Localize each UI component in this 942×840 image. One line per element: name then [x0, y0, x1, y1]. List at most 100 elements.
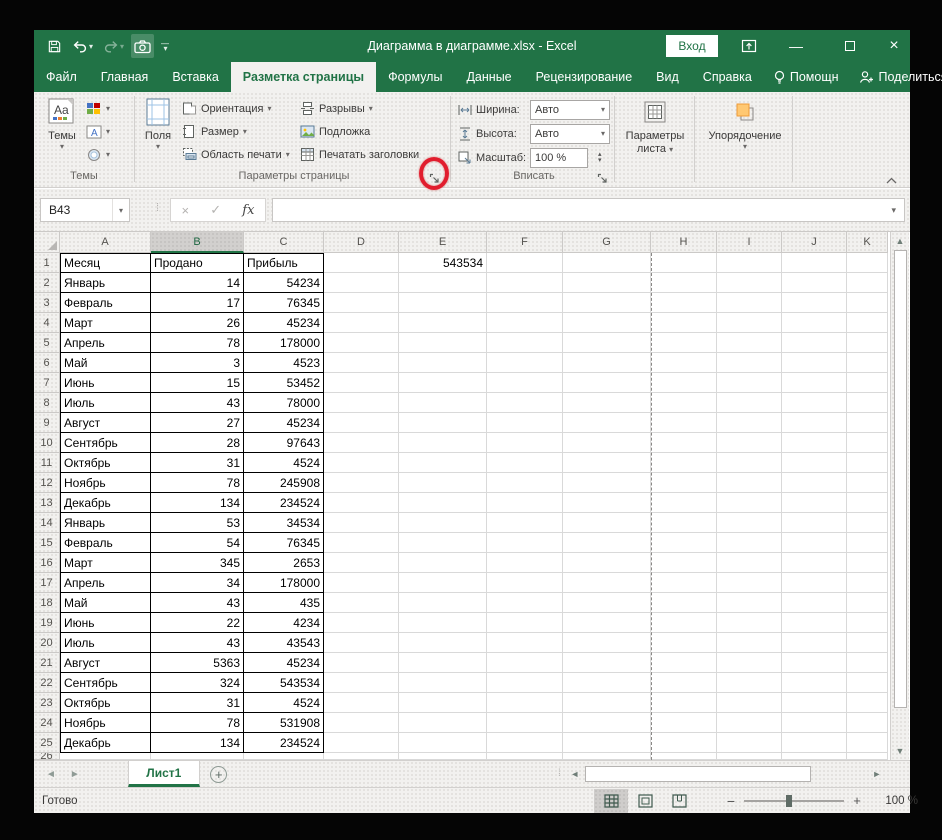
cell-K19[interactable]	[847, 613, 888, 633]
row-header-17[interactable]: 17	[34, 573, 60, 593]
cell-G4[interactable]	[563, 313, 651, 333]
theme-effects-button[interactable]: ▾	[86, 144, 110, 165]
cell-B9[interactable]: 27	[151, 413, 244, 433]
normal-view-button[interactable]	[594, 788, 628, 813]
cell-H22[interactable]	[651, 673, 717, 693]
cell-K6[interactable]	[847, 353, 888, 373]
column-header-K[interactable]: K	[847, 232, 888, 253]
undo-button[interactable]: ▾	[69, 34, 96, 58]
cell-G12[interactable]	[563, 473, 651, 493]
cell-J7[interactable]	[782, 373, 847, 393]
tab-insert[interactable]: Вставка	[160, 62, 230, 92]
cell-I25[interactable]	[717, 733, 782, 753]
cell-C1[interactable]: Прибыль	[244, 253, 324, 273]
formula-input[interactable]: ▾	[272, 198, 905, 222]
cell-B24[interactable]: 78	[151, 713, 244, 733]
save-icon[interactable]	[44, 34, 65, 58]
cell-A3[interactable]: Февраль	[60, 293, 151, 313]
tab-help[interactable]: Справка	[691, 62, 764, 92]
cell-A15[interactable]: Февраль	[60, 533, 151, 553]
redo-button[interactable]: ▾	[100, 34, 127, 58]
cell-K11[interactable]	[847, 453, 888, 473]
cell-I6[interactable]	[717, 353, 782, 373]
cell-J22[interactable]	[782, 673, 847, 693]
tab-file[interactable]: Файл	[34, 62, 89, 92]
cell-I2[interactable]	[717, 273, 782, 293]
background-button[interactable]: Подложка	[300, 121, 419, 142]
cell-I3[interactable]	[717, 293, 782, 313]
cell-G11[interactable]	[563, 453, 651, 473]
cell-B10[interactable]: 28	[151, 433, 244, 453]
column-header-H[interactable]: H	[651, 232, 717, 253]
cell-K23[interactable]	[847, 693, 888, 713]
cell-D4[interactable]	[324, 313, 399, 333]
cell-J15[interactable]	[782, 533, 847, 553]
cell-I12[interactable]	[717, 473, 782, 493]
cell-K13[interactable]	[847, 493, 888, 513]
cell-C10[interactable]: 97643	[244, 433, 324, 453]
row-header-4[interactable]: 4	[34, 313, 60, 333]
cell-H2[interactable]	[651, 273, 717, 293]
cell-C18[interactable]: 435	[244, 593, 324, 613]
cell-I14[interactable]	[717, 513, 782, 533]
cell-C6[interactable]: 4523	[244, 353, 324, 373]
cell-H20[interactable]	[651, 633, 717, 653]
scale-spinner[interactable]: ▴ ▾	[598, 151, 602, 164]
cell-E23[interactable]	[399, 693, 487, 713]
cell-H13[interactable]	[651, 493, 717, 513]
scale-spinbox[interactable]: 100 %	[530, 148, 588, 168]
cell-D20[interactable]	[324, 633, 399, 653]
maximize-button[interactable]	[830, 30, 870, 62]
cell-E25[interactable]	[399, 733, 487, 753]
cell-A11[interactable]: Октябрь	[60, 453, 151, 473]
cell-J14[interactable]	[782, 513, 847, 533]
cell-D19[interactable]	[324, 613, 399, 633]
next-sheet-icon[interactable]: ►	[70, 769, 80, 780]
cell-F13[interactable]	[487, 493, 563, 513]
cell-K4[interactable]	[847, 313, 888, 333]
cell-C12[interactable]: 245908	[244, 473, 324, 493]
cell-D2[interactable]	[324, 273, 399, 293]
cell-H8[interactable]	[651, 393, 717, 413]
cell-E3[interactable]	[399, 293, 487, 313]
cell-F15[interactable]	[487, 533, 563, 553]
cell-F7[interactable]	[487, 373, 563, 393]
cell-B26[interactable]	[151, 753, 244, 760]
cell-F24[interactable]	[487, 713, 563, 733]
cell-K22[interactable]	[847, 673, 888, 693]
cell-I5[interactable]	[717, 333, 782, 353]
cell-J6[interactable]	[782, 353, 847, 373]
cell-G9[interactable]	[563, 413, 651, 433]
row-header-12[interactable]: 12	[34, 473, 60, 493]
cancel-formula-icon[interactable]: ×	[182, 203, 190, 218]
zoom-slider[interactable]	[744, 794, 844, 807]
cell-C15[interactable]: 76345	[244, 533, 324, 553]
cell-F6[interactable]	[487, 353, 563, 373]
cell-F18[interactable]	[487, 593, 563, 613]
cell-A22[interactable]: Сентябрь	[60, 673, 151, 693]
cell-F10[interactable]	[487, 433, 563, 453]
sheet-tab-list1[interactable]: Лист1	[127, 761, 200, 787]
cell-G26[interactable]	[563, 753, 651, 760]
cell-H14[interactable]	[651, 513, 717, 533]
cell-C24[interactable]: 531908	[244, 713, 324, 733]
cell-J18[interactable]	[782, 593, 847, 613]
cell-J23[interactable]	[782, 693, 847, 713]
cell-A1[interactable]: Месяц	[60, 253, 151, 273]
arrange-button[interactable]: Упорядочение ▾	[702, 96, 788, 151]
cell-A6[interactable]: Май	[60, 353, 151, 373]
cell-B2[interactable]: 14	[151, 273, 244, 293]
cell-K26[interactable]	[847, 753, 888, 760]
cell-E5[interactable]	[399, 333, 487, 353]
row-header-25[interactable]: 25	[34, 733, 60, 753]
cell-H12[interactable]	[651, 473, 717, 493]
cell-D24[interactable]	[324, 713, 399, 733]
cell-D5[interactable]	[324, 333, 399, 353]
cell-E17[interactable]	[399, 573, 487, 593]
cell-G22[interactable]	[563, 673, 651, 693]
expand-formula-bar-icon[interactable]: ▾	[891, 205, 904, 216]
sheet-options-button[interactable]: Параметры листа ▾	[622, 96, 688, 156]
cell-I20[interactable]	[717, 633, 782, 653]
cell-E2[interactable]	[399, 273, 487, 293]
scroll-up-icon[interactable]: ▲	[891, 232, 909, 250]
